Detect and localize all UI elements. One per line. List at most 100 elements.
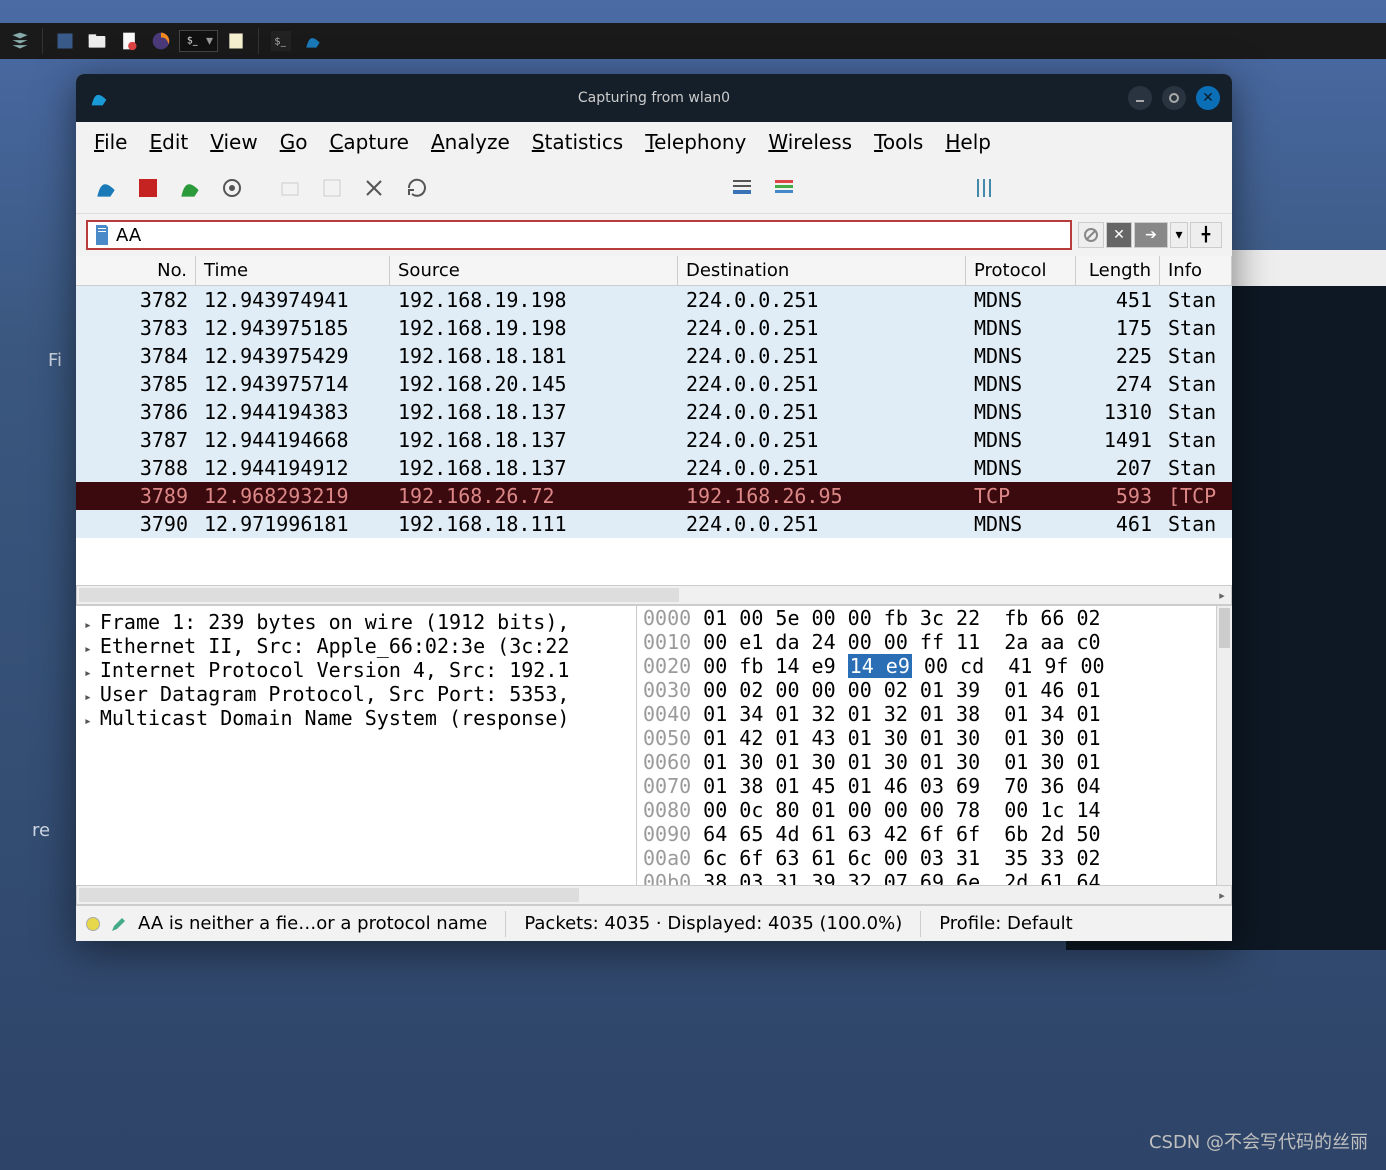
packet-list-hscroll[interactable]: ◂▸ [76, 585, 1232, 605]
find-button[interactable] [456, 170, 492, 206]
menu-wireless[interactable]: Wireless [768, 130, 852, 154]
save-button[interactable] [314, 170, 350, 206]
hex-line[interactable]: 008000 0c 80 01 00 00 00 78 00 1c 14 [637, 798, 1232, 822]
menu-statistics[interactable]: Statistics [532, 130, 623, 154]
shark-fin-icon[interactable] [88, 170, 124, 206]
zoom-reset-button[interactable] [908, 170, 944, 206]
restart-capture-button[interactable] [172, 170, 208, 206]
open-button[interactable] [272, 170, 308, 206]
stop-capture-button[interactable] [130, 170, 166, 206]
status-profile[interactable]: Profile: Default [939, 913, 1073, 934]
col-dest[interactable]: Destination [678, 256, 966, 285]
reload-button[interactable] [398, 170, 434, 206]
tree-item[interactable]: Internet Protocol Version 4, Src: 192.1 [84, 658, 628, 682]
col-no[interactable]: No. [76, 256, 196, 285]
packet-row[interactable]: 378212.943974941192.168.19.198224.0.0.25… [76, 286, 1232, 314]
packet-row[interactable]: 378312.943975185192.168.19.198224.0.0.25… [76, 314, 1232, 342]
hex-line[interactable]: 006001 30 01 30 01 30 01 30 01 30 01 [637, 750, 1232, 774]
resize-cols-button[interactable] [966, 170, 1002, 206]
zoom-in-button[interactable] [824, 170, 860, 206]
packet-row[interactable]: 378812.944194912192.168.18.137224.0.0.25… [76, 454, 1232, 482]
options-button[interactable] [214, 170, 250, 206]
packet-tree-pane[interactable]: Frame 1: 239 bytes on wire (1912 bits),E… [76, 606, 636, 885]
filter-add-button[interactable]: ╋ [1190, 222, 1222, 248]
titlebar[interactable]: Capturing from wlan0 ✕ [76, 74, 1232, 122]
taskbar-running-terminal-icon[interactable]: $_ [267, 27, 295, 55]
menu-go[interactable]: Go [280, 130, 308, 154]
taskbar: $_ ▾ $_ [0, 23, 1386, 59]
taskbar-workspace-icon[interactable] [51, 27, 79, 55]
taskbar-wireshark-icon[interactable] [299, 27, 327, 55]
first-button[interactable] [624, 170, 660, 206]
packet-row[interactable]: 378912.968293219192.168.26.72192.168.26.… [76, 482, 1232, 510]
menu-capture[interactable]: Capture [329, 130, 409, 154]
zoom-out-button[interactable] [866, 170, 902, 206]
hex-line[interactable]: 004001 34 01 32 01 32 01 38 01 34 01 [637, 702, 1232, 726]
colorize-button[interactable] [766, 170, 802, 206]
wireshark-window: Capturing from wlan0 ✕ File Edit View Go Cap… [76, 74, 1232, 941]
hex-pane[interactable]: 000001 00 5e 00 00 fb 3c 22 fb 66 020010… [636, 606, 1232, 885]
hex-vscroll[interactable] [1216, 606, 1232, 885]
hex-line[interactable]: 005001 42 01 43 01 30 01 30 01 30 01 [637, 726, 1232, 750]
hex-line[interactable]: 002000 fb 14 e9 14 e9 00 cd 41 9f 00 [637, 654, 1232, 678]
tree-item[interactable]: User Datagram Protocol, Src Port: 5353, [84, 682, 628, 706]
details-hscroll[interactable]: ◂▸ [76, 885, 1232, 905]
col-info[interactable]: Info [1160, 256, 1232, 285]
goto-button[interactable] [582, 170, 618, 206]
maximize-button[interactable] [1162, 86, 1186, 110]
desktop-label-1: Fi [48, 350, 62, 371]
prev-button[interactable] [498, 170, 534, 206]
hex-line[interactable]: 009064 65 4d 61 63 42 6f 6f 6b 2d 50 [637, 822, 1232, 846]
packet-list: No. Time Source Destination Protocol Len… [76, 256, 1232, 605]
menu-view[interactable]: View [210, 130, 257, 154]
hex-line[interactable]: 00b038 03 31 39 32 07 69 6e 2d 61 64 [637, 870, 1232, 885]
taskbar-note-icon[interactable] [222, 27, 250, 55]
col-time[interactable]: Time [196, 256, 390, 285]
col-proto[interactable]: Protocol [966, 256, 1076, 285]
taskbar-menu-icon[interactable] [6, 27, 34, 55]
minimize-button[interactable] [1128, 86, 1152, 110]
next-button[interactable] [540, 170, 576, 206]
last-button[interactable] [666, 170, 702, 206]
desktop: Fi re $_ ▾ $_ View Help cc,. ';lxO. .,:l… [0, 0, 1386, 1170]
packet-list-body[interactable]: 378212.943974941192.168.19.198224.0.0.25… [76, 286, 1232, 585]
col-source[interactable]: Source [390, 256, 678, 285]
tree-item[interactable]: Ethernet II, Src: Apple_66:02:3e (3c:22 [84, 634, 628, 658]
taskbar-terminal-icon[interactable]: $_ ▾ [179, 30, 218, 52]
packet-row[interactable]: 378512.943975714192.168.20.145224.0.0.25… [76, 370, 1232, 398]
menu-tools[interactable]: Tools [874, 130, 923, 154]
close-button[interactable]: ✕ [1196, 86, 1220, 110]
packet-list-header[interactable]: No. Time Source Destination Protocol Len… [76, 256, 1232, 286]
packet-row[interactable]: 378412.943975429192.168.18.181224.0.0.25… [76, 342, 1232, 370]
hex-line[interactable]: 000001 00 5e 00 00 fb 3c 22 fb 66 02 [637, 606, 1232, 630]
tree-item[interactable]: Frame 1: 239 bytes on wire (1912 bits), [84, 610, 628, 634]
hex-line[interactable]: 001000 e1 da 24 00 00 ff 11 2a aa c0 [637, 630, 1232, 654]
filter-cancel-icon[interactable]: ✕ [1106, 222, 1132, 248]
taskbar-file-icon[interactable] [115, 27, 143, 55]
autoscroll-button[interactable] [724, 170, 760, 206]
filter-clear-icon[interactable] [1078, 222, 1104, 248]
filter-dropdown-icon[interactable]: ▾ [1170, 222, 1188, 248]
hex-line[interactable]: 003000 02 00 00 00 02 01 39 01 46 01 [637, 678, 1232, 702]
menu-analyze[interactable]: Analyze [431, 130, 510, 154]
display-filter-input[interactable]: AA [86, 220, 1072, 250]
expert-info-icon[interactable] [86, 917, 100, 931]
tree-item[interactable]: Multicast Domain Name System (response) [84, 706, 628, 730]
edit-icon[interactable] [110, 915, 128, 933]
packet-row[interactable]: 378612.944194383192.168.18.137224.0.0.25… [76, 398, 1232, 426]
taskbar-firefox-icon[interactable] [147, 27, 175, 55]
packet-row[interactable]: 378712.944194668192.168.18.137224.0.0.25… [76, 426, 1232, 454]
hex-line[interactable]: 00a06c 6f 63 61 6c 00 03 31 35 33 02 [637, 846, 1232, 870]
hex-line[interactable]: 007001 38 01 45 01 46 03 69 70 36 04 [637, 774, 1232, 798]
menu-help[interactable]: Help [945, 130, 991, 154]
packet-row[interactable]: 379012.971996181192.168.18.111224.0.0.25… [76, 510, 1232, 538]
close-file-button[interactable] [356, 170, 392, 206]
menu-telephony[interactable]: Telephony [645, 130, 746, 154]
desktop-label-2: re [32, 820, 50, 841]
app-icon [88, 87, 110, 109]
col-length[interactable]: Length [1076, 256, 1160, 285]
filter-apply-icon[interactable]: ➔ [1134, 222, 1168, 248]
menu-file[interactable]: File [94, 130, 127, 154]
taskbar-files-icon[interactable] [83, 27, 111, 55]
menu-edit[interactable]: Edit [149, 130, 188, 154]
